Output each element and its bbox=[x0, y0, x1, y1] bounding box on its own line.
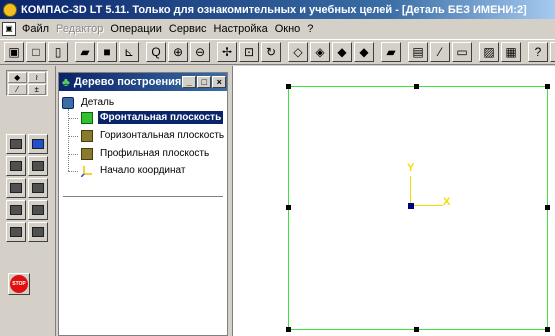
help-icon[interactable]: ? bbox=[528, 42, 548, 62]
open-folder-icon[interactable]: ▰ bbox=[75, 42, 95, 62]
tree-panel-header: ♣ Дерево построения _ □ × bbox=[59, 73, 227, 91]
fillet-tool-icon[interactable] bbox=[6, 222, 26, 242]
tree-root-label: Деталь bbox=[81, 97, 115, 108]
menu-settings[interactable]: Настройка bbox=[212, 23, 273, 35]
view-shaded-icon[interactable]: ◆ bbox=[354, 42, 374, 62]
tree-panel-title: Дерево построения bbox=[73, 76, 182, 88]
plane-icon bbox=[81, 147, 93, 160]
minimize-icon[interactable]: _ bbox=[182, 76, 197, 88]
view-hidden-thin-icon[interactable]: ◆ bbox=[332, 42, 352, 62]
page-edit-icon[interactable]: ± bbox=[27, 84, 46, 95]
tree-divider bbox=[63, 196, 223, 199]
tree-item-label: Профильная плоскость bbox=[100, 148, 210, 159]
menu-operations[interactable]: Операции bbox=[108, 23, 166, 35]
y-axis bbox=[410, 176, 411, 206]
tree-icon: ♣ bbox=[62, 75, 70, 89]
tree-item-horizontal-plane[interactable]: Горизонтальная плоскость bbox=[81, 129, 226, 142]
rotate-icon[interactable]: ↻ bbox=[261, 42, 281, 62]
loft-tool-icon[interactable] bbox=[6, 178, 26, 198]
menu-file[interactable]: Файл bbox=[20, 23, 54, 35]
new-sheet-icon[interactable]: ▯ bbox=[48, 42, 68, 62]
plane-handle[interactable] bbox=[286, 327, 291, 332]
zoom-in-icon[interactable]: ⊕ bbox=[168, 42, 188, 62]
pan-icon[interactable]: ✢ bbox=[217, 42, 237, 62]
tree-item-label: Горизонтальная плоскость bbox=[100, 130, 225, 141]
origin-point[interactable] bbox=[408, 203, 414, 209]
document-props-icon[interactable]: ▣ bbox=[4, 42, 24, 62]
stop-button[interactable]: STOP bbox=[8, 273, 30, 295]
close-icon[interactable]: × bbox=[212, 76, 227, 88]
build-tree-panel: ♣ Дерево построения _ □ × Деталь Фронтал… bbox=[58, 72, 228, 336]
tree-item-profile-plane[interactable]: Профильная плоскость bbox=[81, 147, 211, 160]
x-axis bbox=[411, 205, 443, 206]
plane-handle[interactable] bbox=[545, 327, 550, 332]
document-menu-icon[interactable]: ▣ bbox=[2, 21, 16, 36]
y-axis-label: Y bbox=[407, 162, 415, 174]
view-wireframe-icon[interactable]: ◇ bbox=[288, 42, 308, 62]
page-3d-icon[interactable]: ◆ bbox=[8, 72, 27, 83]
info-icon[interactable]: i bbox=[550, 42, 555, 62]
cut-sweep-tool-icon[interactable] bbox=[28, 200, 48, 220]
tree-item-frontal-plane[interactable]: Фронтальная плоскость bbox=[81, 110, 225, 125]
stop-icon: STOP bbox=[10, 275, 28, 293]
menu-editor: Редактор bbox=[56, 22, 104, 35]
plane-icon bbox=[81, 111, 93, 124]
zoom-window-icon[interactable]: Q bbox=[146, 42, 166, 62]
tree-item-label: Фронтальная плоскость bbox=[96, 110, 225, 125]
extrude-tool-icon[interactable] bbox=[6, 134, 26, 154]
plane-handle[interactable] bbox=[545, 205, 550, 210]
cut-loft-tool-icon[interactable] bbox=[28, 178, 48, 198]
cut-extrude-tool-icon[interactable] bbox=[28, 134, 48, 154]
tree-root[interactable]: Деталь bbox=[62, 96, 116, 109]
title-bar: КОМПАС-3D LT 5.11. Только для ознакомите… bbox=[0, 0, 555, 19]
tree-item-origin[interactable]: Начало координат bbox=[81, 164, 187, 177]
save-icon[interactable]: ■ bbox=[97, 42, 117, 62]
zoom-fit-icon[interactable]: ⊡ bbox=[239, 42, 259, 62]
measure-icon[interactable]: ⁄ bbox=[430, 42, 450, 62]
view-perspective-icon[interactable]: ▰ bbox=[381, 42, 401, 62]
tree-item-label: Начало координат bbox=[100, 165, 186, 176]
x-axis-label: X bbox=[443, 196, 451, 208]
maximize-icon[interactable]: □ bbox=[197, 76, 212, 88]
print-preview-icon[interactable]: ▨ bbox=[479, 42, 499, 62]
plane-handle[interactable] bbox=[414, 327, 419, 332]
plane-icon bbox=[81, 129, 93, 142]
show-all-icon[interactable]: ⊾ bbox=[119, 42, 139, 62]
main-toolbar: ▣ □ ▯ ▰ ■ ⊾ Q ⊕ ⊖ ✢ ⊡ ↻ ◇ ◈ ◆ ◆ ▰ ▤ ⁄ ▭ … bbox=[0, 39, 555, 65]
plane-handle[interactable] bbox=[414, 84, 419, 89]
sweep-tool-icon[interactable] bbox=[6, 200, 26, 220]
tool-page-selector: ◆ ≀ ⁄ ± bbox=[6, 70, 48, 96]
page-dim-icon[interactable]: ≀ bbox=[27, 72, 46, 83]
view-hidden-lines-icon[interactable]: ◈ bbox=[310, 42, 330, 62]
detail-icon bbox=[62, 96, 74, 109]
kompas-app-icon bbox=[3, 2, 17, 17]
plane-frame bbox=[286, 84, 550, 332]
new-document-icon[interactable]: □ bbox=[26, 42, 46, 62]
menu-window[interactable]: Окно bbox=[273, 23, 306, 35]
properties-icon[interactable]: ▤ bbox=[408, 42, 428, 62]
cut-rotate-tool-icon[interactable] bbox=[28, 156, 48, 176]
page-geom-icon[interactable]: ⁄ bbox=[8, 84, 27, 95]
plane-handle[interactable] bbox=[545, 84, 550, 89]
compact-toolbar-panel: ◆ ≀ ⁄ ± STOP bbox=[0, 66, 56, 336]
plane-handle[interactable] bbox=[286, 84, 291, 89]
plane-handle[interactable] bbox=[286, 205, 291, 210]
model-viewport[interactable]: Y X bbox=[232, 66, 555, 336]
settings-icon[interactable]: ▭ bbox=[452, 42, 472, 62]
window-title: КОМПАС-3D LT 5.11. Только для ознакомите… bbox=[21, 3, 527, 16]
menu-help[interactable]: ? bbox=[305, 23, 318, 35]
menu-service[interactable]: Сервис bbox=[167, 23, 212, 35]
rotate-tool-icon[interactable] bbox=[6, 156, 26, 176]
chamfer-tool-icon[interactable] bbox=[28, 222, 48, 242]
zoom-out-icon[interactable]: ⊖ bbox=[190, 42, 210, 62]
print-icon[interactable]: ▦ bbox=[501, 42, 521, 62]
menu-bar: ▣ Файл Редактор Операции Сервис Настройк… bbox=[0, 19, 555, 38]
origin-icon bbox=[81, 165, 92, 177]
